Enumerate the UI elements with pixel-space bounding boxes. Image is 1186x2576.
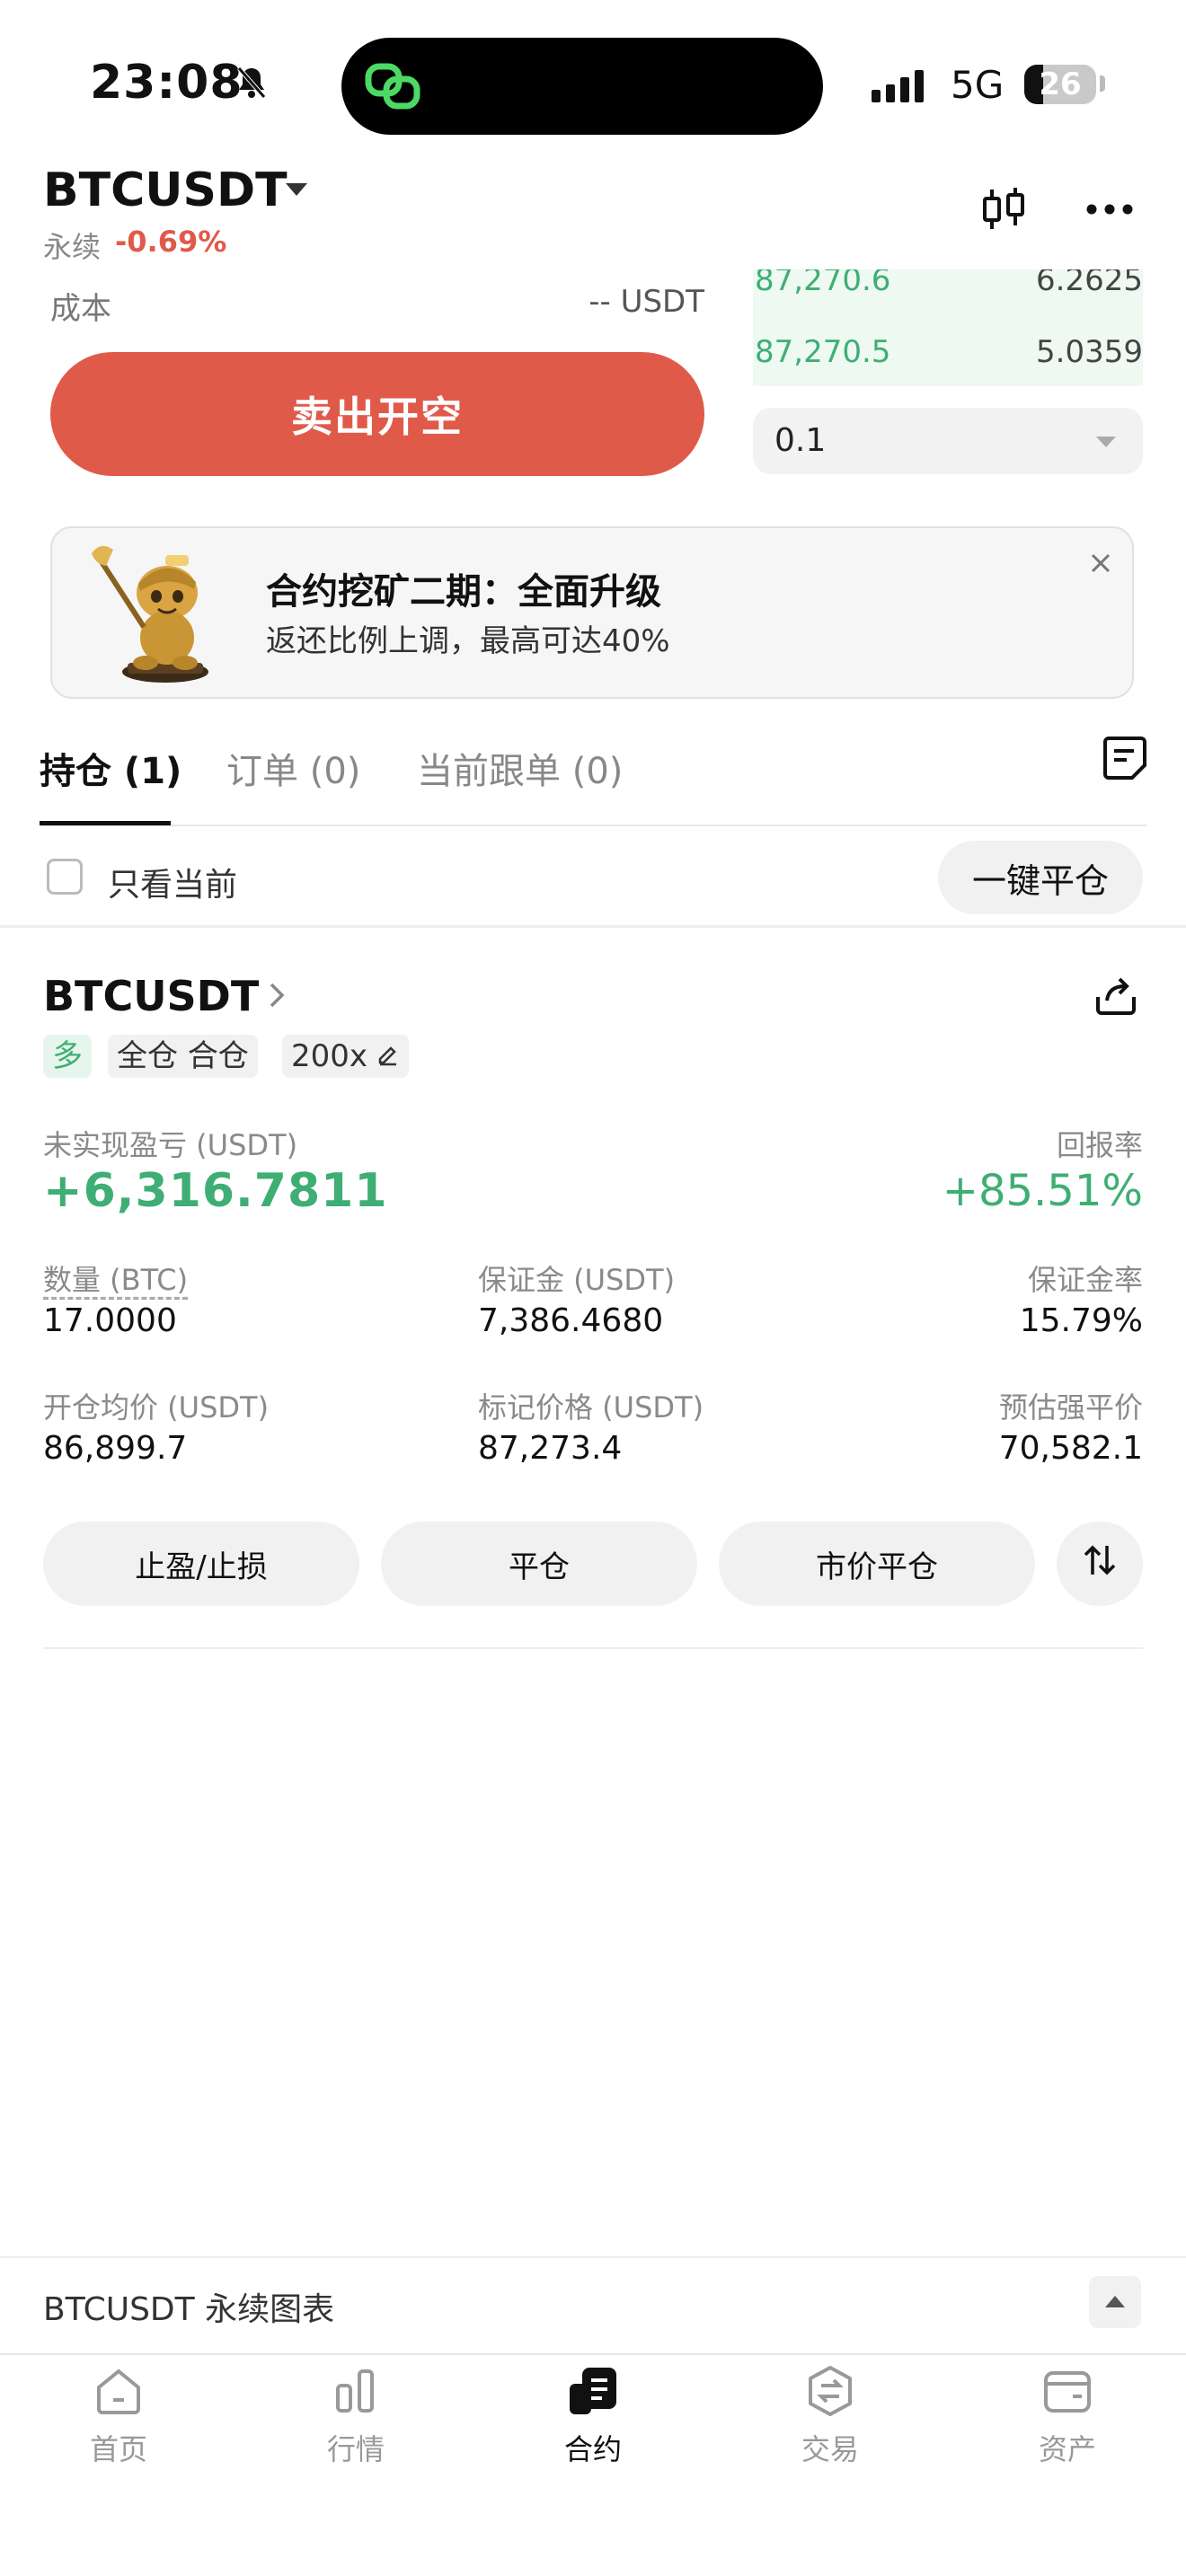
nav-market-label: 行情 (326, 2432, 385, 2466)
nav-home-label: 首页 (89, 2432, 147, 2466)
signal-icon (872, 70, 924, 102)
price-change: -0.69% (115, 225, 227, 259)
network-type: 5G (951, 63, 1005, 107)
nav-home[interactable]: 首页 (20, 2359, 217, 2484)
bell-muted-icon (232, 63, 271, 106)
chart-bar-label[interactable]: BTCUSDT 永续图表 (43, 2283, 334, 2330)
candlestick-icon[interactable] (979, 184, 1030, 234)
entry-price-value: 86,899.7 (43, 1430, 188, 1467)
promo-banner[interactable]: 合约挖矿二期：全面升级 返还比例上调，最高可达40% (50, 526, 1134, 699)
close-position-button[interactable]: 平仓 (381, 1522, 697, 1606)
sell-short-button[interactable]: 卖出开空 (50, 352, 704, 476)
quantity-select[interactable]: 0.1 (753, 408, 1143, 474)
nav-trade[interactable]: 交易 (731, 2359, 929, 2484)
position-symbol[interactable]: BTCUSDT (43, 972, 259, 1020)
tab-positions[interactable]: 持仓 (1) (40, 742, 181, 794)
battery-icon: 26 (1024, 65, 1096, 104)
orderbook-row[interactable]: 87,270.6 6.2625 (753, 269, 1143, 316)
unrealized-pnl-label: 未实现盈亏 (USDT) (43, 1128, 298, 1162)
quantity-select-value: 0.1 (774, 422, 827, 459)
tab-orders[interactable]: 订单 (0) (226, 742, 360, 794)
nav-assets-label: 资产 (1038, 2432, 1096, 2466)
orderbook-size: 5.0359 (1036, 334, 1143, 370)
side-badge: 多 (43, 1035, 92, 1078)
only-current-label[interactable]: 只看当前 (108, 859, 237, 905)
chart-bar-divider (0, 2256, 1186, 2258)
edit-icon[interactable] (376, 1035, 400, 1078)
nav-market[interactable]: 行情 (257, 2359, 455, 2484)
mark-price-value: 87,273.4 (478, 1430, 623, 1467)
roe-value: +85.51% (942, 1166, 1143, 1216)
leverage-badge[interactable]: 200x (282, 1035, 410, 1078)
liquidation-price-label: 预估强平价 (998, 1390, 1143, 1425)
close-icon[interactable] (1087, 550, 1114, 577)
margin-value: 7,386.4680 (478, 1302, 664, 1339)
tab-copy-trading[interactable]: 当前跟单 (0) (417, 742, 623, 794)
orderbook: 87,270.6 6.2625 87,270.5 5.0359 (753, 269, 1143, 386)
expand-up-icon[interactable] (1089, 2276, 1141, 2328)
margin-ratio-label: 保证金率 (1027, 1263, 1143, 1297)
share-icon[interactable] (1093, 974, 1139, 1020)
close-all-button[interactable]: 一键平仓 (938, 841, 1143, 914)
leverage-value: 200x (291, 1038, 368, 1074)
nav-trade-label: 交易 (801, 2432, 859, 2466)
margin-mode-badge: 全仓 合仓 (108, 1035, 258, 1078)
symbol-selector[interactable]: BTCUSDT (43, 163, 288, 217)
orderbook-price: 87,270.5 (755, 334, 891, 370)
status-time: 23:08 (90, 56, 243, 110)
app-logo-icon (363, 59, 422, 117)
nav-futures-label: 合约 (563, 2432, 622, 2466)
orderbook-size: 6.2625 (1036, 269, 1143, 298)
battery-nub (1100, 75, 1105, 92)
market-close-button[interactable]: 市价平仓 (719, 1522, 1035, 1606)
orderbook-price: 87,270.6 (755, 269, 891, 298)
cost-value: -- USDT (589, 284, 704, 320)
swap-vertical-icon (1080, 1540, 1120, 1588)
entry-price-label: 开仓均价 (USDT) (43, 1390, 270, 1425)
cost-label: 成本 (50, 291, 111, 327)
nav-assets[interactable]: 资产 (969, 2359, 1166, 2484)
market-icon (329, 2364, 383, 2418)
nav-divider (0, 2353, 1186, 2355)
banner-title: 合约挖矿二期：全面升级 (266, 571, 661, 613)
wallet-icon (1040, 2364, 1094, 2418)
home-icon (92, 2364, 146, 2418)
tabs-divider (40, 825, 1146, 826)
nav-futures[interactable]: 合约 (494, 2359, 692, 2484)
section-divider (0, 925, 1186, 928)
caret-down-icon[interactable] (286, 183, 307, 196)
dynamic-island (341, 38, 823, 135)
battery-level: 26 (1039, 66, 1082, 102)
trade-icon (803, 2364, 857, 2418)
roe-label: 回报率 (1056, 1128, 1143, 1162)
quantity-label[interactable]: 数量 (BTC) (43, 1257, 188, 1299)
active-tab-indicator (40, 821, 171, 825)
chevron-down-icon (1096, 437, 1116, 447)
contract-type: 永续 (43, 230, 102, 264)
margin-label: 保证金 (USDT) (478, 1263, 676, 1297)
margin-ratio-value: 15.79% (1019, 1302, 1143, 1339)
orderbook-row[interactable]: 87,270.5 5.0359 (753, 334, 1143, 386)
document-icon[interactable] (1103, 735, 1146, 781)
only-current-checkbox[interactable] (47, 859, 83, 895)
mark-price-label: 标记价格 (USDT) (478, 1390, 704, 1425)
liquidation-price-value: 70,582.1 (998, 1430, 1143, 1467)
card-divider (43, 1647, 1143, 1649)
tp-sl-button[interactable]: 止盈/止损 (43, 1522, 359, 1606)
more-icon[interactable] (1083, 193, 1137, 225)
chevron-right-icon[interactable] (266, 977, 288, 1022)
quantity-value: 17.0000 (43, 1302, 177, 1339)
mascot-miner-image (88, 537, 223, 690)
futures-icon (566, 2364, 620, 2418)
reverse-position-button[interactable] (1057, 1522, 1143, 1606)
unrealized-pnl-value: +6,316.7811 (43, 1164, 388, 1218)
banner-subtitle: 返还比例上调，最高可达40% (266, 623, 670, 659)
